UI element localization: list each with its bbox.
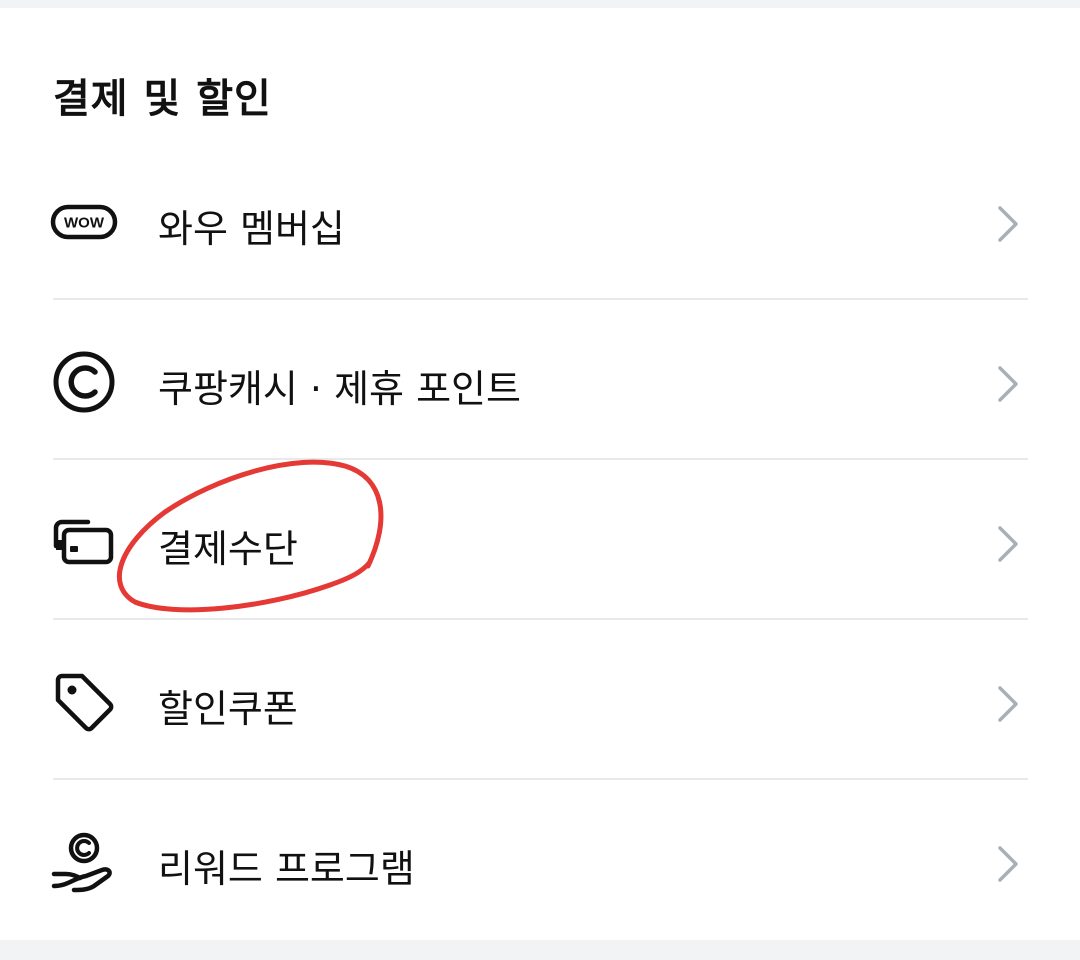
wow-badge-text: WOW [64, 215, 105, 232]
cards-icon [50, 508, 118, 576]
chevron-right-icon [992, 364, 1024, 404]
copyright-circle-icon [50, 348, 118, 416]
menu-item-label: 와우 멤버십 [158, 207, 345, 251]
menu-list: WOW 와우 멤버십 쿠팡캐시 · 제휴 포인트 결제수단 할인쿠폰 리워드 프… [0, 140, 1080, 940]
chevron-right-icon [992, 524, 1024, 564]
tag-icon [50, 668, 118, 736]
menu-item-wow-membership[interactable]: WOW 와우 멤버십 [0, 140, 1080, 300]
coin-hand-icon [50, 828, 118, 896]
menu-item-label: 결제수단 [158, 527, 298, 571]
chevron-right-icon [992, 204, 1024, 244]
menu-item-label: 리워드 프로그램 [158, 847, 415, 891]
menu-item-label: 할인쿠폰 [158, 687, 298, 731]
menu-item-coupang-cash[interactable]: 쿠팡캐시 · 제휴 포인트 [0, 300, 1080, 460]
menu-item-discount-coupons[interactable]: 할인쿠폰 [0, 620, 1080, 780]
menu-item-payment-methods[interactable]: 결제수단 [0, 460, 1080, 620]
wow-badge-icon: WOW [50, 188, 118, 256]
chevron-right-icon [992, 684, 1024, 724]
payment-discount-card: 결제 및 할인 WOW 와우 멤버십 쿠팡캐시 · 제휴 포인트 결제수단 할인… [0, 8, 1080, 940]
section-title: 결제 및 할인 [53, 76, 272, 122]
menu-item-label: 쿠팡캐시 · 제휴 포인트 [158, 367, 521, 411]
chevron-right-icon [992, 844, 1024, 884]
menu-item-reward-program[interactable]: 리워드 프로그램 [0, 780, 1080, 940]
